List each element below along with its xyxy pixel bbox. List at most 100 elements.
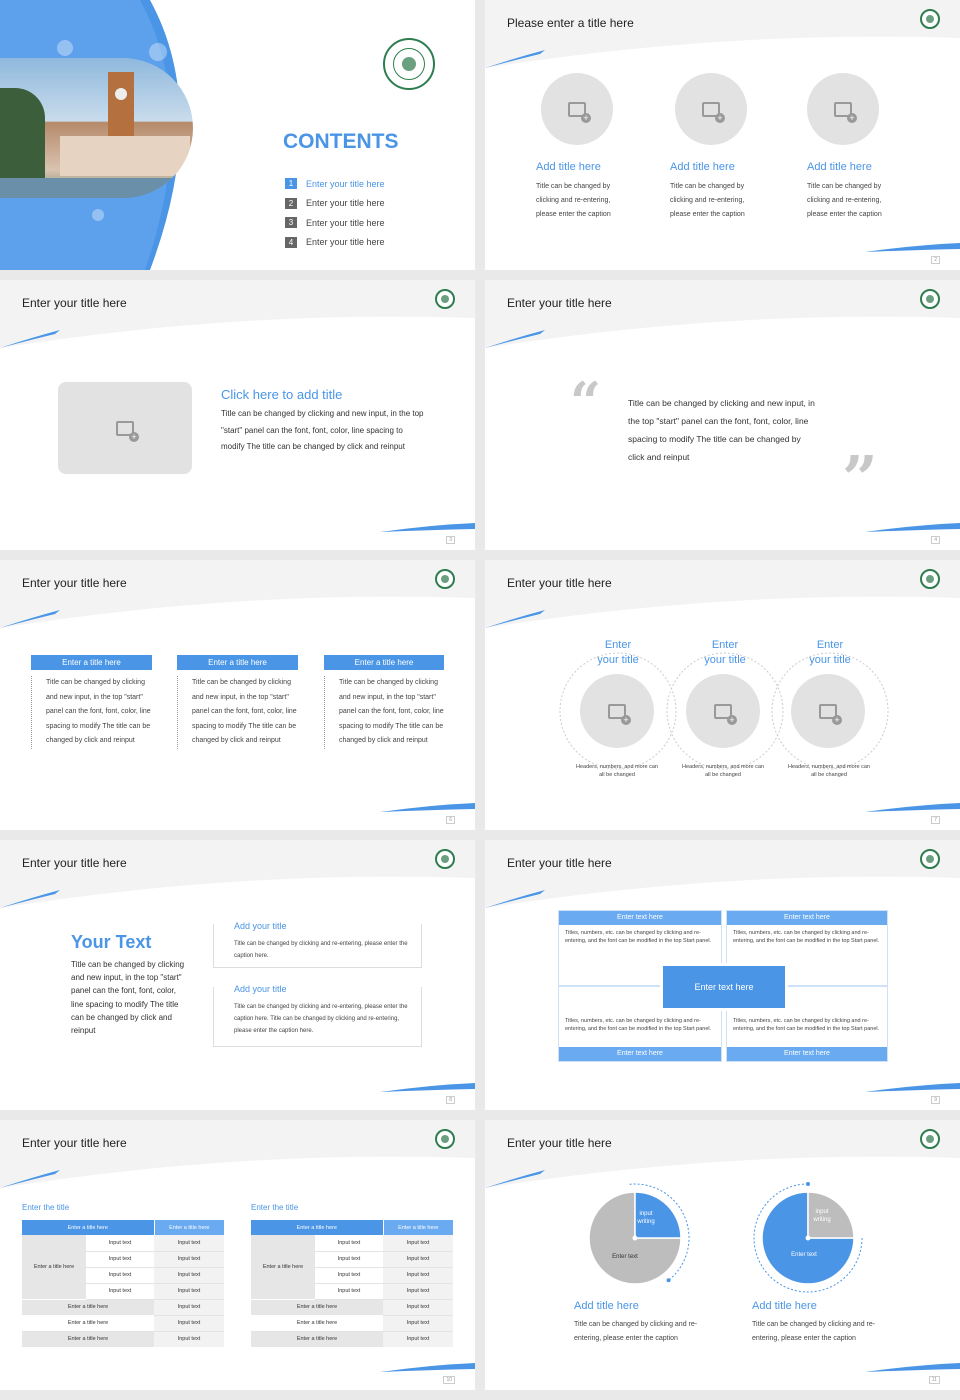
table-cell[interactable]: Input text — [86, 1283, 154, 1300]
slide-title: Enter your title here — [507, 856, 612, 870]
image-placeholder[interactable] — [791, 674, 865, 748]
contents-item[interactable]: 3 Enter your title here — [285, 213, 385, 233]
circle-heading: Enter your title — [578, 638, 658, 668]
table-row-label: Enter a title here — [251, 1299, 383, 1316]
table-cell[interactable]: Input text — [383, 1315, 453, 1332]
info-box: Add your title Title can be changed by c… — [213, 984, 422, 1047]
table-cell[interactable]: Input text — [154, 1331, 224, 1347]
slide-5: Enter your title here Enter a title here… — [0, 560, 475, 830]
slide-title: Please enter a title here — [507, 16, 634, 30]
table-cell[interactable]: Input text — [315, 1283, 383, 1300]
table-cell[interactable]: Input text — [315, 1235, 383, 1252]
image-placeholder[interactable] — [675, 73, 747, 145]
table-row-label: Enter a title here — [22, 1299, 154, 1316]
seal-icon — [435, 289, 455, 309]
image-add-icon — [608, 703, 631, 725]
slide-10: Enter your title here input writing Ente… — [485, 1120, 960, 1390]
table-cell[interactable]: Input text — [383, 1267, 453, 1284]
table-cell[interactable]: Input text — [383, 1283, 453, 1300]
quote-text: Title can be changed by clicking and new… — [628, 398, 815, 462]
seal-icon — [435, 569, 455, 589]
text-box-body: Title can be changed by clicking and new… — [177, 676, 298, 749]
slide-9: Enter your title here Enter the title En… — [0, 1120, 475, 1390]
contents-label: Enter your title here — [306, 198, 385, 209]
info-box-title: Add your title — [234, 984, 291, 994]
open-quote-icon: “ — [570, 370, 602, 434]
quad-text: Titles, numbers, etc. can be changed by … — [733, 1018, 880, 1032]
table-cell[interactable]: Input text — [383, 1235, 453, 1252]
table-header: Enter a title here — [251, 1220, 384, 1235]
table-cell[interactable]: Input text — [154, 1315, 224, 1332]
contents-label: Enter your title here — [306, 178, 385, 189]
image-placeholder[interactable] — [58, 382, 192, 474]
seal-icon — [435, 849, 455, 869]
seal-icon — [920, 849, 940, 869]
image-placeholder[interactable] — [541, 73, 613, 145]
image-add-icon — [116, 420, 139, 442]
table-cell[interactable]: Input text — [315, 1267, 383, 1284]
slide-4: Enter your title here “ Title can be cha… — [485, 280, 960, 550]
image-placeholder[interactable] — [580, 674, 654, 748]
pie-rest-label: Enter text — [791, 1252, 817, 1258]
slide-title: Enter your title here — [507, 576, 612, 590]
quad-text: Titles, numbers, etc. can be changed by … — [565, 930, 712, 944]
slide-3: Enter your title here Click here to add … — [0, 280, 475, 550]
pie-ring-arrow — [806, 1182, 810, 1186]
text-box-body: Title can be changed by clicking and new… — [324, 676, 444, 749]
card-caption: Title can be changed by clicking and re-… — [536, 183, 611, 218]
page-number: 2 — [931, 256, 940, 264]
pie-caption: Title can be changed by clicking and re-… — [574, 1321, 698, 1342]
seal-icon — [435, 1129, 455, 1149]
seal-icon — [920, 569, 940, 589]
image-add-icon — [834, 101, 857, 123]
circle-heading-line: your title — [704, 654, 746, 666]
table-cell[interactable]: Input text — [383, 1331, 453, 1347]
page-number: 6 — [446, 816, 455, 824]
seal-icon — [920, 289, 940, 309]
contents-item[interactable]: 2 Enter your title here — [285, 194, 385, 214]
content-heading: Click here to add title — [221, 387, 343, 402]
table-caption: Enter the title — [22, 1203, 70, 1212]
table-cell[interactable]: Input text — [383, 1299, 453, 1316]
circle-caption: Headers, numbers, and more can all be ch… — [682, 764, 764, 778]
page-number: 10 — [443, 1376, 455, 1384]
text-box: Enter a title here Title can be changed … — [31, 655, 152, 749]
table-cell[interactable]: Input text — [86, 1235, 154, 1252]
table-cell[interactable]: Input text — [86, 1251, 154, 1268]
center-box[interactable]: Enter text here — [660, 963, 788, 1011]
table-cell[interactable]: Input text — [154, 1251, 224, 1268]
content-body: Title can be changed by clicking and new… — [221, 409, 424, 451]
pie-slice-label: input writing — [813, 1209, 831, 1223]
table-cell[interactable]: Input text — [154, 1299, 224, 1316]
table-cell[interactable]: Input text — [154, 1267, 224, 1284]
contents-list: 1 Enter your title here 2 Enter your tit… — [285, 174, 385, 252]
table-cell[interactable]: Input text — [154, 1235, 224, 1252]
pie-chart — [753, 1182, 863, 1293]
slide-8: Enter your title here Enter text here Ti… — [485, 840, 960, 1110]
page-number: 3 — [446, 536, 455, 544]
table-cell[interactable]: Input text — [383, 1251, 453, 1268]
contents-item[interactable]: 4 Enter your title here — [285, 233, 385, 253]
quad-text: Titles, numbers, etc. can be changed by … — [565, 1018, 712, 1032]
image-placeholder[interactable] — [807, 73, 879, 145]
pie-rest-label: Enter text — [612, 1254, 638, 1260]
slide-6: Enter your title here Enter your title En… — [485, 560, 960, 830]
contents-number: 3 — [285, 217, 297, 229]
info-box-text: Title can be changed by clicking and re-… — [234, 1004, 408, 1034]
page-number: 11 — [928, 1376, 940, 1384]
slide-7: Enter your title here Your Text Title ca… — [0, 840, 475, 1110]
table-header: Enter a title here — [154, 1220, 224, 1235]
image-placeholder[interactable] — [686, 674, 760, 748]
close-quote-icon: ” — [842, 442, 878, 515]
table-row-label: Enter a title here — [251, 1315, 383, 1332]
table-cell[interactable]: Input text — [315, 1251, 383, 1268]
table-cell[interactable]: Input text — [154, 1283, 224, 1300]
pie-chart — [588, 1183, 690, 1285]
contents-item[interactable]: 1 Enter your title here — [285, 174, 385, 194]
pie-caption: Title can be changed by clicking and re-… — [752, 1321, 876, 1342]
data-table: Enter a title here Enter a title here En… — [251, 1220, 453, 1347]
table-cell[interactable]: Input text — [86, 1267, 154, 1284]
pie-slice-label: input writing — [637, 1211, 655, 1225]
university-seal — [383, 38, 435, 90]
info-box: Add your title Title can be changed by c… — [213, 921, 422, 968]
